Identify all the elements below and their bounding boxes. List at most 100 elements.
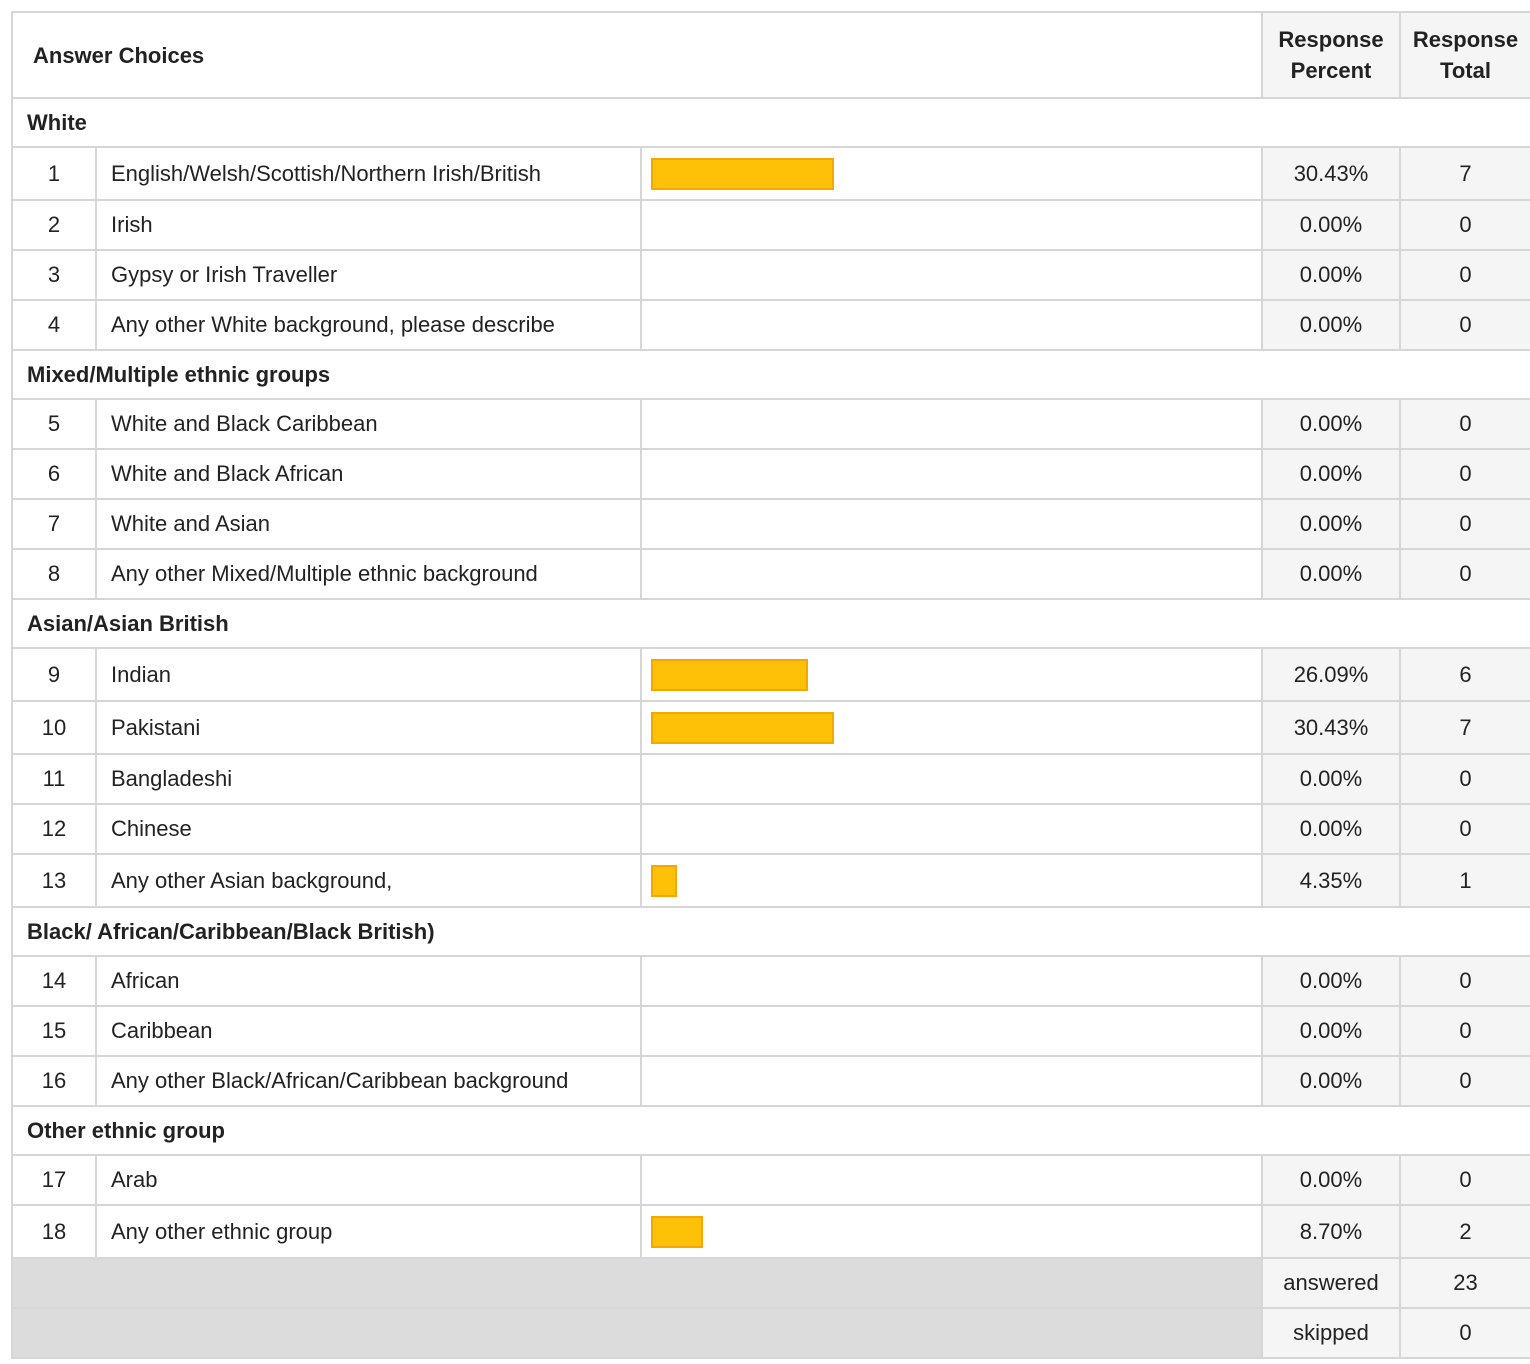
- row-number: 9: [11, 647, 97, 702]
- row-number: 15: [11, 1005, 97, 1057]
- group-title: Mixed/Multiple ethnic groups: [11, 349, 1530, 400]
- response-total: 0: [1399, 1055, 1530, 1107]
- row-number: 8: [11, 548, 97, 600]
- choice-label: White and Black Caribbean: [95, 398, 642, 450]
- footer-spacer: [11, 1307, 1263, 1359]
- bar-cell: [640, 753, 1263, 805]
- response-total: 0: [1399, 753, 1530, 805]
- bar-cell: [640, 1005, 1263, 1057]
- bar-cell: [640, 398, 1263, 450]
- skipped-label: skipped: [1261, 1307, 1401, 1359]
- response-percent-header-line1: Response: [1278, 27, 1384, 52]
- answered-row: answered 23: [11, 1257, 1530, 1309]
- choice-label: Chinese: [95, 803, 642, 855]
- table-row: 7 White and Asian 0.00% 0: [11, 498, 1530, 550]
- response-total: 0: [1399, 199, 1530, 251]
- row-number: 18: [11, 1204, 97, 1259]
- response-percent: 8.70%: [1261, 1204, 1401, 1259]
- response-total-header-line1: Response: [1412, 27, 1519, 52]
- response-percent: 0.00%: [1261, 1055, 1401, 1107]
- choice-label: Arab: [95, 1154, 642, 1206]
- table-row: 1 English/Welsh/Scottish/Northern Irish/B…: [11, 146, 1530, 201]
- table-row: 5 White and Black Caribbean 0.00% 0: [11, 398, 1530, 450]
- response-bar: [651, 658, 808, 691]
- answer-choices-header: Answer Choices: [11, 11, 1263, 99]
- response-bar: [651, 1215, 703, 1248]
- choice-label: Caribbean: [95, 1005, 642, 1057]
- response-total: 0: [1399, 249, 1530, 301]
- table-row: 12 Chinese 0.00% 0: [11, 803, 1530, 855]
- response-percent: 30.43%: [1261, 700, 1401, 755]
- row-number: 11: [11, 753, 97, 805]
- group-row: Mixed/Multiple ethnic groups: [11, 349, 1530, 400]
- row-number: 14: [11, 955, 97, 1007]
- response-total: 0: [1399, 448, 1530, 500]
- footer-spacer: [11, 1257, 1263, 1309]
- table-body: White 1 English/Welsh/Scottish/Northern Ir…: [11, 97, 1530, 1259]
- row-number: 2: [11, 199, 97, 251]
- response-total: 0: [1399, 803, 1530, 855]
- table-row: 8 Any other Mixed/Multiple ethnic backgro…: [11, 548, 1530, 600]
- bar-cell: [640, 1154, 1263, 1206]
- row-number: 17: [11, 1154, 97, 1206]
- response-total: 0: [1399, 1005, 1530, 1057]
- response-percent-header: Response Percent: [1261, 11, 1401, 99]
- choice-label: Any other Mixed/Multiple ethnic backgrou…: [95, 548, 642, 600]
- group-title: White: [11, 97, 1530, 148]
- bar-cell: [640, 299, 1263, 351]
- choice-label: Any other ethnic group: [95, 1204, 642, 1259]
- response-percent: 4.35%: [1261, 853, 1401, 908]
- table-row: 2 Irish 0.00% 0: [11, 199, 1530, 251]
- table-row: 9 Indian 26.09% 6: [11, 647, 1530, 702]
- bar-cell: [640, 1055, 1263, 1107]
- row-number: 1: [11, 146, 97, 201]
- bar-cell: [640, 803, 1263, 855]
- choice-label: Gypsy or Irish Traveller: [95, 249, 642, 301]
- skipped-value: 0: [1399, 1307, 1530, 1359]
- choice-label: White and Asian: [95, 498, 642, 550]
- choice-label: Any other Black/African/Caribbean backgr…: [95, 1055, 642, 1107]
- table-row: 3 Gypsy or Irish Traveller 0.00% 0: [11, 249, 1530, 301]
- response-total: 7: [1399, 146, 1530, 201]
- group-row: Black/ African/Caribbean/Black British): [11, 906, 1530, 957]
- bar-cell: [640, 146, 1263, 201]
- bar-cell: [640, 199, 1263, 251]
- response-total: 0: [1399, 955, 1530, 1007]
- bar-cell: [640, 1204, 1263, 1259]
- response-bar: [651, 157, 834, 190]
- bar-cell: [640, 700, 1263, 755]
- answered-value: 23: [1399, 1257, 1530, 1309]
- response-percent: 0.00%: [1261, 398, 1401, 450]
- response-percent: 0.00%: [1261, 249, 1401, 301]
- choice-label: Any other White background, please descr…: [95, 299, 642, 351]
- group-row: Asian/Asian British: [11, 598, 1530, 649]
- choice-label: Any other Asian background,: [95, 853, 642, 908]
- table-row: 4 Any other White background, please desc…: [11, 299, 1530, 351]
- choice-label: Irish: [95, 199, 642, 251]
- response-total: 0: [1399, 1154, 1530, 1206]
- skipped-row: skipped 0: [11, 1307, 1530, 1359]
- response-total: 6: [1399, 647, 1530, 702]
- bar-cell: [640, 548, 1263, 600]
- results-table-container: Answer Choices Response Percent Response…: [11, 11, 1530, 1359]
- table-row: 17 Arab 0.00% 0: [11, 1154, 1530, 1206]
- choice-label: African: [95, 955, 642, 1007]
- row-number: 6: [11, 448, 97, 500]
- group-title: Asian/Asian British: [11, 598, 1530, 649]
- bar-cell: [640, 498, 1263, 550]
- row-number: 7: [11, 498, 97, 550]
- response-percent: 0.00%: [1261, 448, 1401, 500]
- table-row: 15 Caribbean 0.00% 0: [11, 1005, 1530, 1057]
- response-total: 0: [1399, 548, 1530, 600]
- group-row: White: [11, 97, 1530, 148]
- group-title: Black/ African/Caribbean/Black British): [11, 906, 1530, 957]
- row-number: 3: [11, 249, 97, 301]
- row-number: 5: [11, 398, 97, 450]
- bar-cell: [640, 853, 1263, 908]
- response-percent: 0.00%: [1261, 299, 1401, 351]
- response-total-header-line2: Total: [1440, 58, 1491, 83]
- choice-label: English/Welsh/Scottish/Northern Irish/Br…: [95, 146, 642, 201]
- row-number: 12: [11, 803, 97, 855]
- response-percent: 0.00%: [1261, 498, 1401, 550]
- table-row: 16 Any other Black/African/Caribbean back…: [11, 1055, 1530, 1107]
